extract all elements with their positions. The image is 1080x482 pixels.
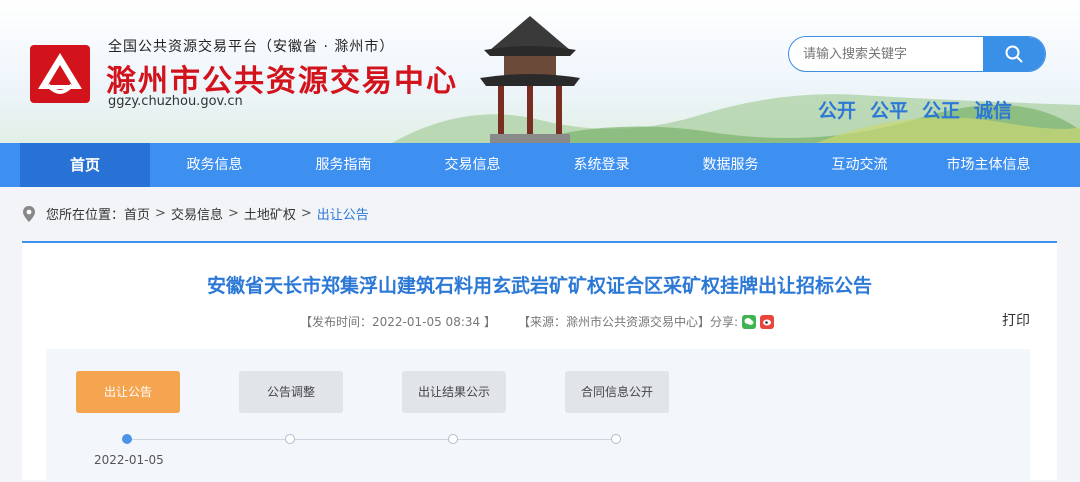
weibo-icon[interactable]	[760, 314, 775, 329]
breadcrumb-separator: >	[227, 206, 239, 221]
search-box	[788, 36, 1046, 72]
main-nav: 首页 政务信息 服务指南 交易信息 系统登录 数据服务 互动交流 市场主体信息	[0, 143, 1080, 187]
timeline-date: 2022-01-05	[94, 453, 164, 467]
slogan-item: 公正	[922, 100, 961, 122]
site-header: 全国公共资源交易平台（安徽省 · 滁州市） 滁州市公共资源交易中心 ggzy.c…	[0, 0, 1080, 143]
print-button[interactable]: 打印	[1002, 310, 1030, 330]
location-pin-icon	[23, 205, 35, 222]
breadcrumb-item-home[interactable]: 首页	[124, 204, 150, 223]
article-meta: 【发布时间：2022-01-05 08:34 】 【来源：滁州市公共资源交易中心…	[300, 313, 775, 330]
article-source: 【来源：滁州市公共资源交易中心】	[517, 315, 710, 329]
tab-transfer-result[interactable]: 出让结果公示	[402, 371, 506, 413]
breadcrumb-separator: >	[300, 206, 312, 221]
search-input[interactable]	[789, 37, 985, 71]
nav-system-login[interactable]: 系统登录	[537, 143, 666, 187]
tab-announcement-adjustment[interactable]: 公告调整	[239, 371, 343, 413]
nav-trading-info[interactable]: 交易信息	[408, 143, 537, 187]
nav-service-guide[interactable]: 服务指南	[279, 143, 408, 187]
breadcrumb: 您所在位置： 首页 > 交易信息 > 土地矿权 > 出让公告	[20, 204, 369, 223]
slogan: 公开 公平 公正 诚信	[818, 96, 1012, 123]
tab-contract-info[interactable]: 合同信息公开	[565, 371, 669, 413]
nav-data-service[interactable]: 数据服务	[666, 143, 795, 187]
breadcrumb-current[interactable]: 出让公告	[317, 204, 369, 223]
timeline-line	[126, 439, 616, 440]
site-subtitle: 全国公共资源交易平台（安徽省 · 滁州市）	[108, 39, 395, 55]
breadcrumb-item-trading-info[interactable]: 交易信息	[171, 204, 223, 223]
logo-icon	[30, 45, 90, 103]
search-button[interactable]	[983, 37, 1045, 71]
timeline-step	[611, 434, 621, 444]
wechat-icon[interactable]	[742, 314, 757, 329]
breadcrumb-prefix: 您所在位置：	[46, 208, 125, 223]
timeline-step	[285, 434, 295, 444]
slogan-item: 诚信	[974, 100, 1013, 122]
nav-market-entity[interactable]: 市场主体信息	[924, 143, 1053, 187]
breadcrumb-separator: >	[155, 206, 166, 221]
nav-interaction[interactable]: 互动交流	[795, 143, 924, 187]
timeline-step	[448, 434, 458, 444]
article-title: 安徽省天长市郑集浮山建筑石料用玄武岩矿矿权证合区采矿权挂牌出让招标公告	[206, 275, 872, 297]
nav-government-info[interactable]: 政务信息	[150, 143, 279, 187]
timeline-step	[122, 434, 132, 444]
publish-time: 【发布时间：2022-01-05 08:34 】	[300, 315, 496, 329]
share-label: 分享:	[709, 315, 739, 329]
slogan-item: 公开	[818, 100, 857, 122]
search-icon	[1005, 45, 1023, 63]
pavilion-image	[480, 16, 580, 143]
slogan-item: 公平	[870, 100, 909, 122]
site-domain: ggzy.chuzhou.gov.cn	[108, 94, 243, 109]
article-container: 安徽省天长市郑集浮山建筑石料用玄武岩矿矿权证合区采矿权挂牌出让招标公告 【发布时…	[22, 241, 1057, 482]
process-panel: 出让公告 公告调整 出让结果公示 合同信息公开 2022-01-05	[46, 349, 1030, 482]
breadcrumb-item-land-mining[interactable]: 土地矿权	[244, 204, 296, 223]
tab-transfer-announcement[interactable]: 出让公告	[76, 371, 180, 413]
nav-home[interactable]: 首页	[20, 143, 150, 187]
